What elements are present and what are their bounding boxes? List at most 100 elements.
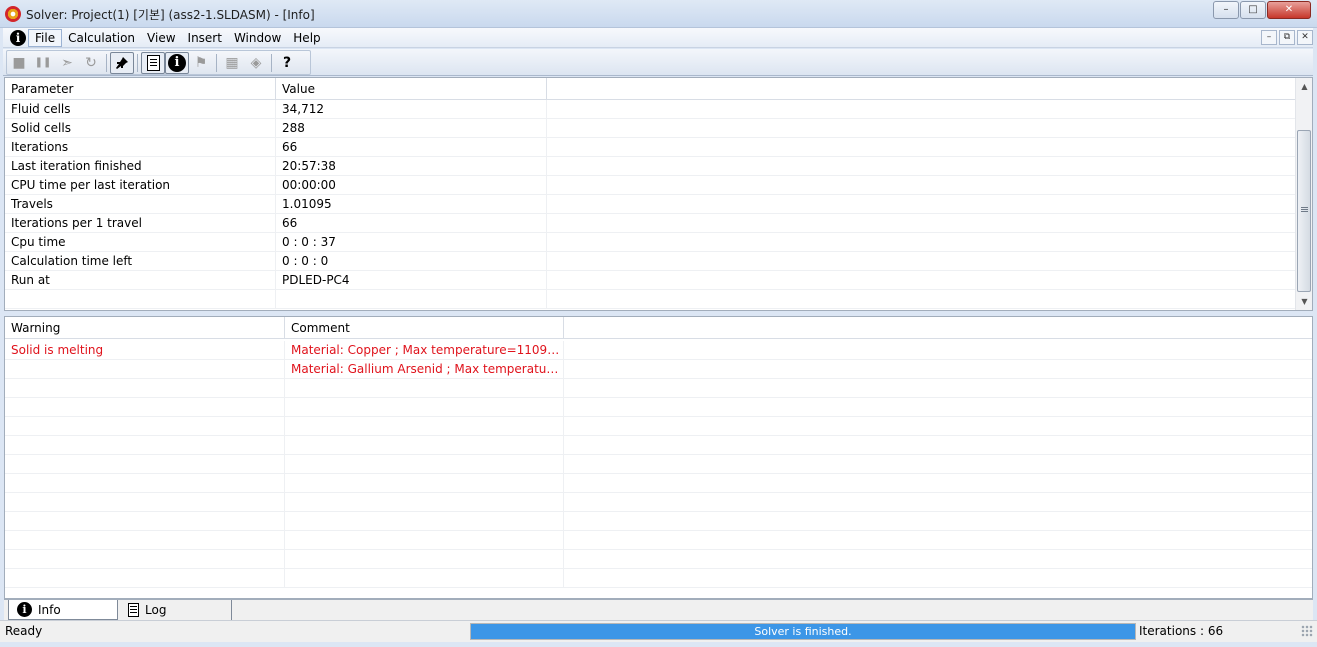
toolbar: ■ ❚❚ ➣ ↻ i ⚑ ▦ ◈ ? [3, 49, 1313, 76]
comment-cell [285, 569, 564, 588]
menu-insert[interactable]: Insert [182, 30, 228, 46]
vertical-scrollbar[interactable]: ▲ ▼ [1295, 78, 1312, 310]
menu-window[interactable]: Window [228, 30, 287, 46]
tab-info-label: Info [38, 602, 61, 617]
scroll-down-arrow-icon[interactable]: ▼ [1296, 293, 1313, 310]
progress-text: Solver is finished. [754, 625, 852, 638]
table-row [5, 379, 1312, 398]
branch-icon[interactable]: ➣ [55, 52, 79, 74]
stop-icon[interactable]: ■ [7, 52, 31, 74]
parameter-name-cell: CPU time per last iteration [5, 176, 276, 195]
parameter-name-cell: Calculation time left [5, 252, 276, 271]
table-row[interactable]: Calculation time left 0 : 0 : 0 [5, 252, 1295, 271]
column-header-empty [547, 78, 1295, 100]
column-header-warning[interactable]: Warning [5, 317, 285, 339]
parameter-value-cell: 20:57:38 [276, 157, 547, 176]
table-row [5, 474, 1312, 493]
table-row [5, 569, 1312, 588]
tab-log[interactable]: Log [120, 600, 232, 620]
info-icon[interactable]: i [10, 29, 26, 46]
toolbar-separator [106, 53, 107, 72]
table-row [5, 398, 1312, 417]
insert-icon[interactable]: ◈ [244, 52, 268, 74]
resize-grip-icon[interactable] [1301, 625, 1313, 637]
tab-info[interactable]: i Info [8, 600, 118, 620]
warning-cell [5, 455, 285, 474]
minimize-button[interactable]: – [1213, 1, 1239, 19]
column-header-parameter[interactable]: Parameter [5, 78, 276, 100]
table-row [5, 436, 1312, 455]
menu-view[interactable]: View [141, 30, 181, 46]
comment-cell [285, 512, 564, 531]
warnings-header: Warning Comment [5, 317, 1312, 339]
parameter-name-cell: Cpu time [5, 233, 276, 252]
parameter-name-cell: Iterations per 1 travel [5, 214, 276, 233]
pause-icon[interactable]: ❚❚ [31, 52, 55, 74]
comment-cell [285, 474, 564, 493]
parameter-value-cell: 1.01095 [276, 195, 547, 214]
parameter-name-cell: Travels [5, 195, 276, 214]
comment-cell [285, 531, 564, 550]
table-row[interactable]: Solid is melting Material: Copper ; Max t… [5, 341, 1312, 360]
table-row [5, 455, 1312, 474]
table-row [5, 550, 1312, 569]
status-ready-text: Ready [5, 624, 43, 638]
info-icon[interactable]: i [165, 51, 189, 74]
column-header-comment[interactable]: Comment [285, 317, 564, 339]
comment-cell [285, 493, 564, 512]
column-header-value[interactable]: Value [276, 78, 547, 100]
maximize-button[interactable]: □ [1240, 1, 1266, 19]
document-icon[interactable] [141, 51, 165, 74]
comment-cell: Material: Gallium Arsenid ; Max temperat… [285, 360, 564, 379]
table-row [5, 493, 1312, 512]
table-row[interactable]: CPU time per last iteration 00:00:00 [5, 176, 1295, 195]
pin-icon[interactable] [110, 51, 134, 74]
grid-icon[interactable]: ▦ [220, 52, 244, 74]
parameter-name-cell: Fluid cells [5, 100, 276, 119]
scroll-up-arrow-icon[interactable]: ▲ [1296, 78, 1313, 95]
table-row[interactable]: Iterations 66 [5, 138, 1295, 157]
toolbar-separator [271, 53, 272, 72]
child-minimize-button[interactable]: – [1261, 30, 1277, 45]
comment-cell [285, 417, 564, 436]
child-restore-button[interactable]: ⧉ [1279, 30, 1295, 45]
table-row[interactable]: Last iteration finished 20:57:38 [5, 157, 1295, 176]
child-close-button[interactable]: ✕ [1297, 30, 1313, 45]
parameters-header: Parameter Value [5, 78, 1295, 100]
parameter-value-cell: 66 [276, 138, 547, 157]
warning-cell [5, 360, 285, 379]
status-iterations: Iterations : 66 [1139, 624, 1224, 638]
menu-help[interactable]: Help [287, 30, 326, 46]
parameter-value-cell: 00:00:00 [276, 176, 547, 195]
menu-calculation[interactable]: Calculation [62, 30, 141, 46]
warning-cell [5, 474, 285, 493]
table-row[interactable]: Fluid cells 34,712 [5, 100, 1295, 119]
scroll-thumb[interactable] [1297, 130, 1311, 292]
table-row[interactable]: Iterations per 1 travel 66 [5, 214, 1295, 233]
parameter-name-cell: Solid cells [5, 119, 276, 138]
warning-cell [5, 493, 285, 512]
status-bar: Ready Solver is finished. Iterations : 6… [0, 620, 1317, 642]
comment-cell: Material: Copper ; Max temperature=1109.… [285, 341, 564, 360]
table-row[interactable]: Solid cells 288 [5, 119, 1295, 138]
parameter-name-cell: Iterations [5, 138, 276, 157]
parameters-grid: Parameter Value Fluid cells 34,712 Solid c… [4, 77, 1313, 311]
table-row [5, 290, 1295, 309]
close-button[interactable]: ✕ [1267, 1, 1311, 19]
menu-file[interactable]: File [28, 28, 63, 47]
help-icon[interactable]: ? [275, 52, 299, 74]
table-row[interactable]: Cpu time 0 : 0 : 37 [5, 233, 1295, 252]
warning-cell [5, 550, 285, 569]
parameter-value-cell: 34,712 [276, 100, 547, 119]
refresh-icon[interactable]: ↻ [79, 52, 103, 74]
document-icon [128, 603, 139, 617]
parameter-value-cell: 66 [276, 214, 547, 233]
warning-cell: Solid is melting [5, 341, 285, 360]
table-row[interactable]: Material: Gallium Arsenid ; Max temperat… [5, 360, 1312, 379]
table-row[interactable]: Run at PDLED-PC4 [5, 271, 1295, 290]
flag-icon[interactable]: ⚑ [189, 52, 213, 74]
comment-cell [285, 455, 564, 474]
tab-log-label: Log [145, 603, 167, 617]
table-row[interactable]: Travels 1.01095 [5, 195, 1295, 214]
warning-cell [5, 398, 285, 417]
